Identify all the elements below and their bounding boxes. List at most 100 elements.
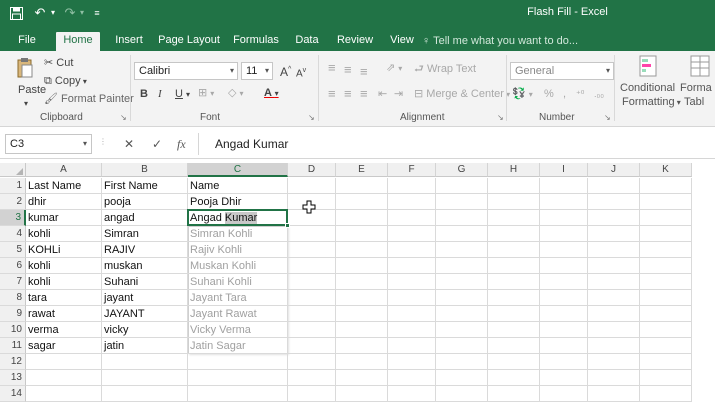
cell-b1[interactable]: First Name: [102, 178, 188, 194]
cell-d10[interactable]: [288, 322, 336, 338]
cell-f10[interactable]: [388, 322, 436, 338]
cell-g10[interactable]: [436, 322, 488, 338]
cell-a12[interactable]: [26, 354, 102, 370]
cell-k2[interactable]: [640, 194, 692, 210]
tell-me-search[interactable]: ♀ Tell me what you want to do...: [422, 35, 578, 47]
cell-i10[interactable]: [540, 322, 588, 338]
cell-i7[interactable]: [540, 274, 588, 290]
cell-k6[interactable]: [640, 258, 692, 274]
cell-a2[interactable]: dhir: [26, 194, 102, 210]
cell-d12[interactable]: [288, 354, 336, 370]
cell-d9[interactable]: [288, 306, 336, 322]
paste-button[interactable]: Paste: [18, 83, 46, 97]
cell-b4[interactable]: Simran: [102, 226, 188, 242]
align-right-icon[interactable]: ≡: [360, 87, 368, 101]
cell-j13[interactable]: [588, 370, 640, 386]
cell-j3[interactable]: [588, 210, 640, 226]
cell-d7[interactable]: [288, 274, 336, 290]
cell-a11[interactable]: sagar: [26, 338, 102, 354]
flash-fill-preview-cell[interactable]: Jatin Sagar: [188, 338, 288, 354]
flash-fill-preview-cell[interactable]: Vicky Verma: [188, 322, 288, 338]
bold-button[interactable]: B: [140, 87, 148, 101]
cancel-icon[interactable]: ✕: [124, 137, 134, 151]
column-header-h[interactable]: H: [488, 163, 540, 177]
cell-k11[interactable]: [640, 338, 692, 354]
cell-h6[interactable]: [488, 258, 540, 274]
cell-k13[interactable]: [640, 370, 692, 386]
column-header-k[interactable]: K: [640, 163, 692, 177]
cell-k8[interactable]: [640, 290, 692, 306]
increase-indent-icon[interactable]: ⇥: [394, 87, 403, 101]
column-header-a[interactable]: A: [26, 163, 102, 177]
cell-i3[interactable]: [540, 210, 588, 226]
cell-a1[interactable]: Last Name: [26, 178, 102, 194]
format-as-table-button[interactable]: Forma: [680, 81, 712, 95]
number-format-combo[interactable]: General ▾: [510, 62, 614, 80]
cell-a9[interactable]: rawat: [26, 306, 102, 322]
comma-button[interactable]: ,: [563, 87, 566, 101]
cell-g5[interactable]: [436, 242, 488, 258]
name-box[interactable]: C3 ▾: [5, 134, 92, 154]
cell-h4[interactable]: [488, 226, 540, 242]
cell-i11[interactable]: [540, 338, 588, 354]
cell-c13[interactable]: [188, 370, 288, 386]
cell-i12[interactable]: [540, 354, 588, 370]
cell-e5[interactable]: [336, 242, 388, 258]
cell-k1[interactable]: [640, 178, 692, 194]
wrap-text-button[interactable]: ⮐ Wrap Text: [414, 62, 476, 76]
cell-f5[interactable]: [388, 242, 436, 258]
cell-d8[interactable]: [288, 290, 336, 306]
cell-k3[interactable]: [640, 210, 692, 226]
format-painter-button[interactable]: 🖌 Format Painter: [44, 92, 134, 106]
cell-h11[interactable]: [488, 338, 540, 354]
cell-e8[interactable]: [336, 290, 388, 306]
cell-h7[interactable]: [488, 274, 540, 290]
increase-decimal-icon[interactable]: ⁺⁰: [576, 87, 584, 101]
cell-f1[interactable]: [388, 178, 436, 194]
align-top-icon[interactable]: ≡: [328, 61, 336, 75]
row-header-9[interactable]: 9: [0, 306, 26, 322]
tab-page-layout[interactable]: Page Layout: [157, 32, 221, 51]
cell-e14[interactable]: [336, 386, 388, 402]
cell-b3[interactable]: angad: [102, 210, 188, 226]
underline-dropdown-icon[interactable]: ▾: [186, 88, 190, 102]
cell-e7[interactable]: [336, 274, 388, 290]
cell-h13[interactable]: [488, 370, 540, 386]
column-header-e[interactable]: E: [336, 163, 388, 177]
flash-fill-preview-cell[interactable]: Simran Kohli: [188, 226, 288, 242]
tab-home[interactable]: Home: [56, 32, 100, 51]
number-launcher-icon[interactable]: ↘: [604, 113, 611, 122]
cell-k12[interactable]: [640, 354, 692, 370]
cell-h1[interactable]: [488, 178, 540, 194]
column-header-b[interactable]: B: [102, 163, 188, 177]
cell-h12[interactable]: [488, 354, 540, 370]
cell-g2[interactable]: [436, 194, 488, 210]
cell-f6[interactable]: [388, 258, 436, 274]
tab-review[interactable]: Review: [334, 32, 376, 51]
formula-input[interactable]: Angad Kumar: [198, 133, 715, 155]
tab-file[interactable]: File: [14, 32, 40, 51]
cell-e2[interactable]: [336, 194, 388, 210]
flash-fill-preview-cell[interactable]: Muskan Kohli: [188, 258, 288, 274]
tab-data[interactable]: Data: [292, 32, 322, 51]
cell-j5[interactable]: [588, 242, 640, 258]
cell-d11[interactable]: [288, 338, 336, 354]
cell-f8[interactable]: [388, 290, 436, 306]
format-as-table-icon[interactable]: [690, 55, 710, 79]
cell-h5[interactable]: [488, 242, 540, 258]
cell-d5[interactable]: [288, 242, 336, 258]
percent-button[interactable]: %: [544, 87, 554, 101]
cell-a10[interactable]: verma: [26, 322, 102, 338]
row-header-4[interactable]: 4: [0, 226, 26, 242]
tab-insert[interactable]: Insert: [110, 32, 148, 51]
cell-j4[interactable]: [588, 226, 640, 242]
column-header-j[interactable]: J: [588, 163, 640, 177]
cell-f13[interactable]: [388, 370, 436, 386]
cut-button[interactable]: ✂ Cut: [44, 56, 73, 70]
cell-h8[interactable]: [488, 290, 540, 306]
column-header-d[interactable]: D: [288, 163, 336, 177]
cell-k10[interactable]: [640, 322, 692, 338]
cell-d1[interactable]: [288, 178, 336, 194]
row-header-2[interactable]: 2: [0, 194, 26, 210]
cell-e6[interactable]: [336, 258, 388, 274]
